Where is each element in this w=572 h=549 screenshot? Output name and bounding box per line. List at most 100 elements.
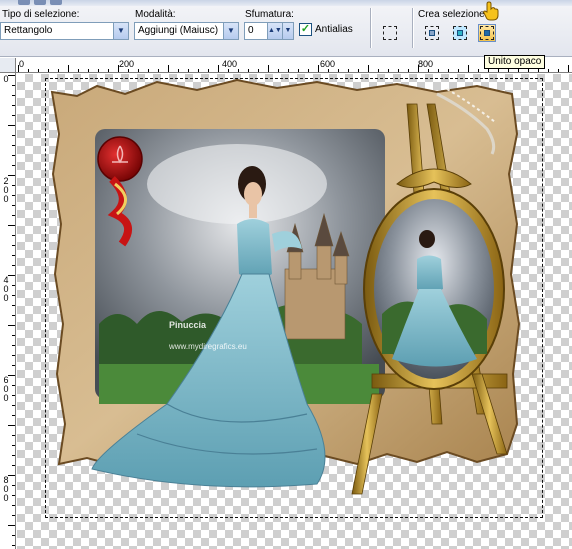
ruler-tick [88,69,89,72]
ruler-tick [12,535,15,536]
ruler-tick [12,215,15,216]
mode-dropdown[interactable]: Aggiungi (Maiusc) ▼ [134,22,239,40]
ruler-tick [118,65,119,72]
ruler-tick [418,65,419,72]
ruler-tick [368,65,369,72]
ruler-tick [12,365,15,366]
ruler-label: 600 [320,59,336,69]
updown-arrow-icon[interactable]: ▲▼ [267,23,282,39]
ruler-tick [12,515,15,516]
ruler-label: 0 [3,393,9,403]
merged-opaque-button[interactable] [478,24,496,42]
ruler-tick [568,65,569,72]
ruler-tick [198,69,199,72]
toolbar-tab-3[interactable] [50,0,62,5]
ruler-tick [468,65,469,72]
layer-selection-icon [425,26,439,40]
selection-type-dropdown[interactable]: Rettangolo ▼ [0,22,129,40]
ruler-tick [28,69,29,72]
ruler-tick [538,69,539,72]
ruler-tick [298,69,299,72]
ruler-tick [48,69,49,72]
selection-from-layer-button[interactable] [423,24,441,42]
ruler-label: 800 [418,59,434,69]
ruler-tick [488,69,489,72]
ruler-tick [12,485,15,486]
ruler-tick [12,445,15,446]
ruler-tick [12,355,15,356]
toolbar-tab-1[interactable] [18,0,30,5]
ruler-tick [168,65,169,72]
ruler-tick [338,69,339,72]
ruler-tick [108,69,109,72]
ruler-tick [498,69,499,72]
ruler-tick [38,69,39,72]
mode-value: Aggiungi (Maiusc) [138,25,219,36]
chevron-down-icon[interactable]: ▼ [113,23,128,39]
ruler-tick [12,265,15,266]
ruler-label: 400 [222,59,238,69]
feather-label: Sfumatura: [245,9,294,20]
selection-type-value: Rettangolo [4,25,53,36]
selection-type-label: Tipo di selezione: [2,9,80,20]
ruler-tick [18,65,19,72]
antialias-checkbox[interactable]: ✓ [299,23,312,36]
selection-marquee[interactable] [45,78,543,518]
ruler-tick [268,65,269,72]
ruler-tick [558,69,559,72]
ruler-tick [478,69,479,72]
select-all-button[interactable] [381,24,399,42]
ruler-tick [188,69,189,72]
hand-cursor-icon [483,1,499,21]
ruler-tick [12,85,15,86]
ruler-label: 200 [119,59,135,69]
ruler-tick [12,495,15,496]
ruler-tick [12,285,15,286]
ruler-tick [12,165,15,166]
ruler-tick [138,69,139,72]
ruler-tick [12,345,15,346]
ruler-tick [12,315,15,316]
ruler-tick [68,65,69,72]
mask-selection-icon [453,26,467,40]
ruler-tick [158,69,159,72]
tooltip: Unito opaco [484,55,546,69]
ruler-tick [8,275,15,276]
ruler-tick [508,69,509,72]
ruler-tick [12,395,15,396]
ruler-tick [12,415,15,416]
ruler-tick [8,475,15,476]
feather-value: 0 [248,25,254,36]
ruler-tick [12,185,15,186]
chevron-down-icon[interactable]: ▼ [281,23,293,39]
ruler-tick [58,69,59,72]
ruler-label: 0 [19,59,25,69]
toolbar-separator [412,8,414,48]
selection-from-mask-button[interactable] [451,24,469,42]
merged-opaque-icon [480,26,494,40]
ruler-tick [12,455,15,456]
ruler-tick [388,69,389,72]
ruler-tick [8,325,15,326]
ruler-tick [128,69,129,72]
ruler-tick [408,69,409,72]
ruler-label: 0 [3,194,9,204]
ruler-tick [8,125,15,126]
ruler-tick [178,69,179,72]
ruler-tick [12,155,15,156]
ruler-tick [12,235,15,236]
ruler-corner [0,58,16,73]
ruler-tick [8,525,15,526]
toolbar-tab-2[interactable] [34,0,46,5]
ruler-tick [548,69,549,72]
ruler-tick [8,225,15,226]
ruler-tick [12,335,15,336]
ruler-label: 0 [3,293,9,303]
ruler-label: 0 [3,493,9,503]
ruler-tick [148,69,149,72]
chevron-down-icon[interactable]: ▼ [223,23,238,39]
ruler-tick [12,205,15,206]
feather-stepper[interactable]: 0 ▲▼ ▼ [244,22,294,40]
ruler-tick [218,65,219,72]
ruler-tick [12,115,15,116]
